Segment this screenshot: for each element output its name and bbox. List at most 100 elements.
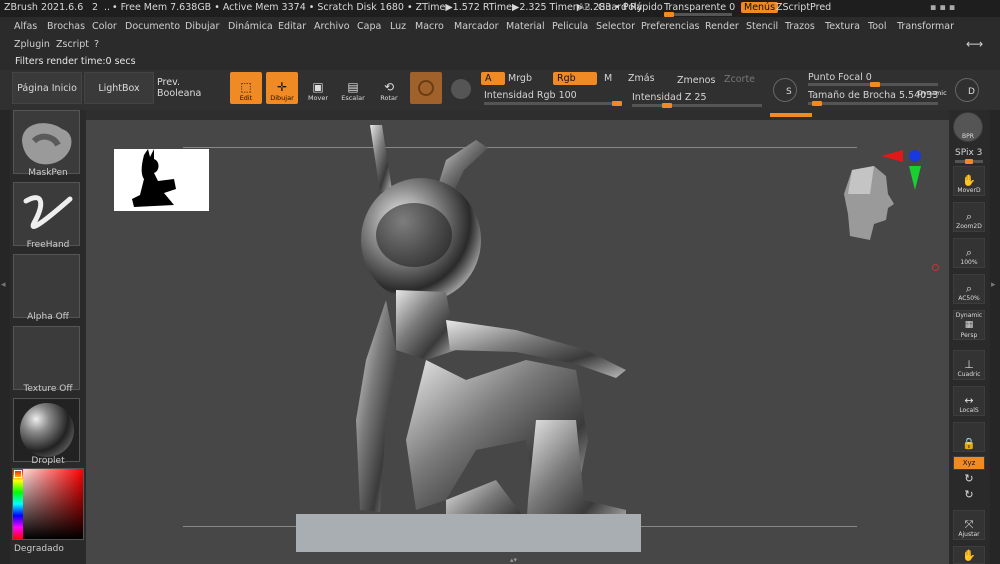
- bpr-label: BPR: [962, 133, 974, 140]
- move-button-bottom[interactable]: ✋: [953, 546, 985, 564]
- s-label: S: [786, 87, 792, 97]
- menu-capa[interactable]: Capa: [357, 21, 381, 32]
- hand-icon: ✋: [962, 174, 976, 187]
- spix-slider[interactable]: [955, 159, 983, 164]
- bpr-button[interactable]: BPR: [953, 112, 983, 142]
- expand-arrows-icon[interactable]: ⟷: [966, 37, 983, 51]
- material-swatch-button[interactable]: [410, 72, 442, 104]
- menus-button[interactable]: Menús: [741, 2, 779, 13]
- polypaint-sphere-icon[interactable]: [451, 79, 471, 99]
- move-d-button[interactable]: ✋ MoverD: [953, 166, 985, 196]
- droplet-material-icon: [20, 403, 74, 457]
- freehand-stroke-icon: [23, 195, 73, 229]
- quick-guard-button[interactable]: Guard Rápido: [598, 2, 663, 13]
- menu-color[interactable]: Color: [92, 21, 117, 32]
- brush-size-slider[interactable]: [808, 101, 938, 106]
- zsub-toggle[interactable]: Zmenos: [677, 75, 715, 86]
- zoom-icon: ⌕: [965, 210, 973, 223]
- floor-grid-label: Cuadric: [957, 371, 981, 378]
- left-tray-edge: ◂: [0, 110, 10, 564]
- m-toggle[interactable]: M: [604, 73, 612, 84]
- actual-size-button[interactable]: ⌕ 100%: [953, 238, 985, 268]
- menu-luz[interactable]: Luz: [390, 21, 406, 32]
- menu-render[interactable]: Render: [705, 21, 739, 32]
- draw-button[interactable]: ✛ Dibujar: [266, 72, 298, 104]
- menu-stencil[interactable]: Stencil: [746, 21, 778, 32]
- alpha-swatch[interactable]: [13, 254, 80, 318]
- menu-editar[interactable]: Editar: [278, 21, 306, 32]
- menu-alfas[interactable]: Alfas: [14, 21, 37, 32]
- zadd-toggle[interactable]: Zmás: [628, 73, 655, 84]
- zscript-pred-button[interactable]: ZScriptPred: [776, 2, 831, 13]
- zcut-toggle[interactable]: Zcorte: [724, 74, 755, 85]
- local-sym-button[interactable]: ↔ LocalS: [953, 386, 985, 416]
- rotate-z-button[interactable]: ↻: [953, 488, 985, 502]
- menu-trazos[interactable]: Trazos: [785, 21, 815, 32]
- menu-preferencias[interactable]: Preferencias: [641, 21, 700, 32]
- s-dial-icon[interactable]: S: [773, 78, 797, 102]
- collapse-left-icon[interactable]: ◂: [1, 280, 6, 290]
- d-dial-icon[interactable]: D: [955, 78, 979, 102]
- alpha-label: Alpha Off: [27, 312, 69, 322]
- menu-dinamica[interactable]: Dinámica: [228, 21, 273, 32]
- rgb-intensity-slider[interactable]: [484, 101, 622, 106]
- menu-textura[interactable]: Textura: [825, 21, 860, 32]
- zoom2d-button[interactable]: ⌕ Zoom2D: [953, 202, 985, 232]
- rotate-label: Rotar: [380, 94, 398, 102]
- menu-archivo[interactable]: Archivo: [314, 21, 350, 32]
- stroke-swatch[interactable]: [13, 182, 80, 246]
- axis-gizmo-icon[interactable]: [881, 146, 931, 192]
- draw-icon: ✛: [276, 80, 288, 94]
- material-circle-icon: [418, 80, 434, 96]
- menu-marcador[interactable]: Marcador: [454, 21, 499, 32]
- window-controls-icon[interactable]: ▪ ▪ ▪: [930, 2, 955, 13]
- menu-brochas[interactable]: Brochas: [47, 21, 85, 32]
- menu-material[interactable]: Material: [506, 21, 545, 32]
- edit-button[interactable]: ⬚ Edit: [230, 72, 262, 104]
- dynamic-persp-label: Dynamic: [955, 312, 983, 319]
- lightbox-button[interactable]: LightBox: [84, 72, 154, 104]
- material-swatch[interactable]: [13, 398, 80, 462]
- menu-help[interactable]: ?: [94, 39, 99, 50]
- collapse-bottom-icon[interactable]: ▴▾: [510, 557, 526, 564]
- move-button[interactable]: ▣ Mover: [302, 72, 334, 104]
- texture-swatch[interactable]: [13, 326, 80, 390]
- ac50-button[interactable]: ⌕ AC50%: [953, 274, 985, 304]
- menu-pelicula[interactable]: Pelicula: [552, 21, 588, 32]
- color-selector-icon[interactable]: [14, 470, 22, 478]
- home-page-button[interactable]: Página Inicio: [12, 72, 82, 104]
- frame-button[interactable]: ⤧ Ajustar: [953, 510, 985, 540]
- rgb-toggle[interactable]: Rgb: [553, 72, 597, 85]
- brush-swatch[interactable]: [13, 110, 80, 174]
- persp-button[interactable]: Dynamic ▦ Persp: [953, 310, 985, 340]
- transparent-slider-label[interactable]: Transparente 0: [664, 2, 735, 13]
- color-picker[interactable]: [12, 468, 84, 540]
- menu-transformar[interactable]: Transformar: [897, 21, 954, 32]
- silhouette-icon: [132, 149, 176, 207]
- menu-dibujar[interactable]: Dibujar: [185, 21, 219, 32]
- a-toggle[interactable]: A: [481, 72, 505, 85]
- rotate-y-button[interactable]: ↻: [953, 472, 985, 486]
- menu-tool[interactable]: Tool: [868, 21, 886, 32]
- floor-grid-button[interactable]: ⊥ Cuadric: [953, 350, 985, 380]
- scale-button[interactable]: ▤ Escalar: [337, 72, 369, 104]
- menu-macro[interactable]: Macro: [415, 21, 444, 32]
- xyz-rotate-button[interactable]: Xyz: [953, 456, 985, 470]
- viewport-canvas[interactable]: ▴▾: [86, 120, 949, 564]
- focal-point-slider[interactable]: [808, 82, 938, 87]
- hue-strip[interactable]: [13, 469, 23, 539]
- transparent-slider[interactable]: [664, 12, 732, 17]
- lock-button[interactable]: 🔒: [953, 422, 985, 452]
- z-intensity-slider[interactable]: [632, 103, 762, 108]
- menu-zscript[interactable]: Zscript: [56, 39, 89, 50]
- menu-documento[interactable]: Documento: [125, 21, 180, 32]
- menu-selector[interactable]: Selector: [596, 21, 635, 32]
- dynamic-toggle[interactable]: Dynamic: [918, 89, 947, 97]
- ar-label[interactable]: AR: [578, 2, 591, 13]
- mrgb-toggle[interactable]: Mrgb: [508, 73, 532, 84]
- stroke-label: FreeHand: [26, 240, 70, 250]
- boolean-preview-button[interactable]: Prev. Booleana: [156, 72, 226, 104]
- rotate-button[interactable]: ⟲ Rotar: [373, 72, 405, 104]
- menu-zplugin[interactable]: Zplugin: [14, 39, 50, 50]
- collapse-right-icon[interactable]: ▸: [991, 280, 996, 290]
